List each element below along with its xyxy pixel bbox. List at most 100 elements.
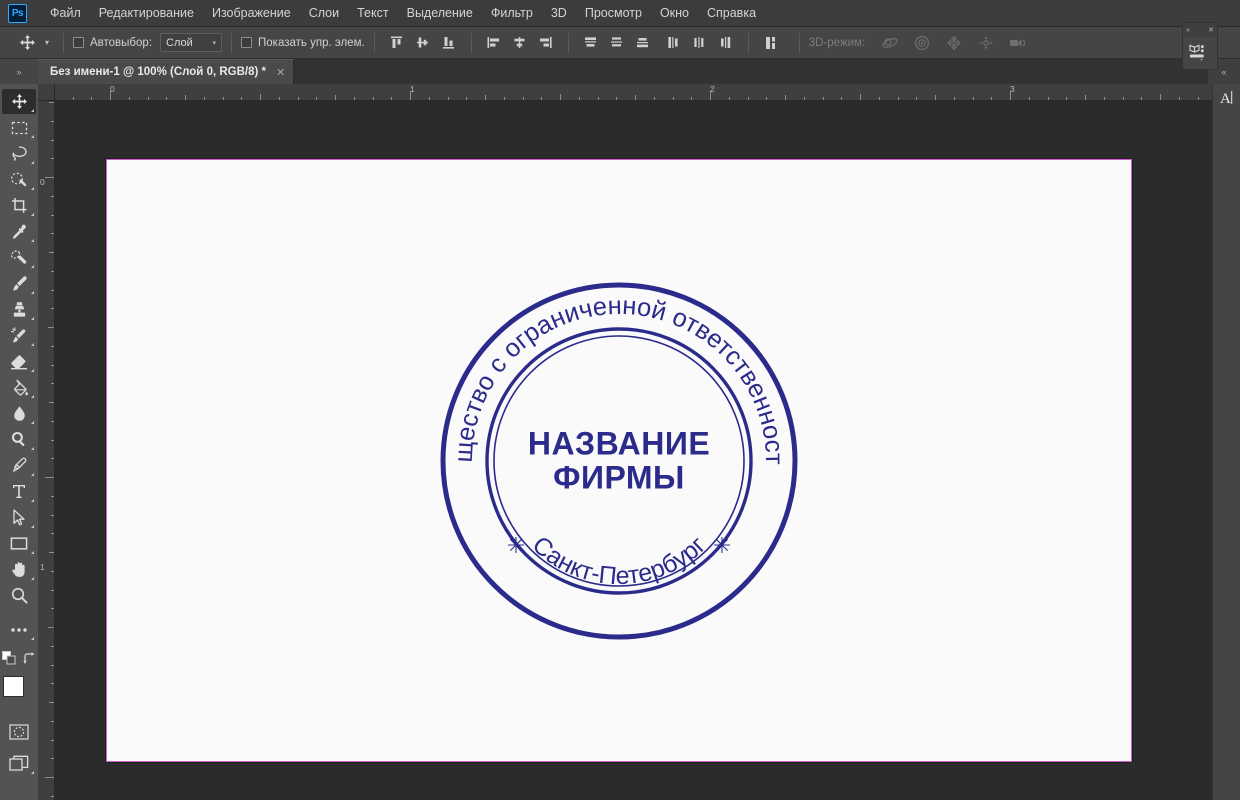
- history-brush-tool[interactable]: [2, 323, 36, 348]
- menu-filter[interactable]: Фильтр: [482, 2, 542, 24]
- ruler-label-h-0: 0: [110, 84, 115, 94]
- autoselect-checkbox[interactable]: [73, 37, 84, 48]
- menu-window[interactable]: Окно: [651, 2, 698, 24]
- menu-help[interactable]: Справка: [698, 2, 765, 24]
- quick-mask-toggle[interactable]: [2, 719, 36, 744]
- move-tool-presets-caret-icon[interactable]: ▾: [40, 31, 54, 55]
- roll-3d-camera-icon: [911, 33, 933, 53]
- distribute-vertical-centers-icon[interactable]: [607, 32, 627, 54]
- healing-brush-tool[interactable]: [2, 245, 36, 270]
- canvas-viewport[interactable]: Общество с ограниченной ответственностью…: [55, 101, 1212, 800]
- photoshop-window: Ps Файл Редактирование Изображение Слои …: [0, 0, 1240, 800]
- pen-tool[interactable]: [2, 453, 36, 478]
- eraser-tool[interactable]: [2, 349, 36, 374]
- foreground-color-swatch[interactable]: [3, 676, 24, 697]
- brush-tool[interactable]: [2, 271, 36, 296]
- ruler-label-v-0: 0: [40, 177, 45, 187]
- stamp-center-line-2: ФИРМЫ: [553, 459, 685, 496]
- ruler-label-v-1: 1: [40, 562, 45, 572]
- autoselect-label: Автовыбор:: [90, 36, 153, 49]
- canvas-work-area[interactable]: 0 1 2 3 0 1 2: [38, 84, 1212, 800]
- quick-selection-tool[interactable]: [2, 167, 36, 192]
- color-swatches[interactable]: [2, 675, 36, 709]
- distribute-horizontal-centers-icon[interactable]: [690, 32, 710, 54]
- edit-toolbar-tool[interactable]: [2, 617, 36, 642]
- zoom-tool[interactable]: [2, 583, 36, 608]
- move-tool-icon[interactable]: [14, 31, 40, 55]
- move-tool[interactable]: [2, 89, 36, 114]
- stamp-artwork[interactable]: Общество с ограниченной ответственностью…: [429, 259, 799, 641]
- distribute-bottom-edges-icon[interactable]: [633, 32, 653, 54]
- expand-chevrons-icon[interactable]: »: [1186, 27, 1190, 34]
- menu-3d[interactable]: 3D: [542, 2, 576, 24]
- default-colors-icon[interactable]: [2, 651, 16, 670]
- lasso-tool[interactable]: [2, 141, 36, 166]
- pan-3d-camera-icon: [943, 33, 965, 53]
- rectangular-marquee-tool[interactable]: [2, 115, 36, 140]
- autoselect-scope-select[interactable]: Слой ▾: [160, 33, 223, 52]
- vertical-ruler[interactable]: 0 1 2: [38, 101, 55, 800]
- menu-type[interactable]: Текст: [348, 2, 397, 24]
- menu-image[interactable]: Изображение: [203, 2, 300, 24]
- character-panel-icon[interactable]: A: [1213, 84, 1240, 112]
- menu-select[interactable]: Выделение: [398, 2, 482, 24]
- align-vertical-centers-icon[interactable]: [413, 32, 433, 54]
- eyedropper-tool[interactable]: [2, 219, 36, 244]
- document-canvas[interactable]: Общество с ограниченной ответственностью…: [106, 159, 1132, 762]
- show-transform-controls-checkbox[interactable]: [241, 37, 253, 48]
- floating-panel-header: » ✕: [1183, 23, 1217, 37]
- menu-view[interactable]: Просмотр: [576, 2, 651, 24]
- align-bottom-edges-icon[interactable]: [439, 32, 459, 54]
- path-selection-tool[interactable]: [2, 505, 36, 530]
- distribute-right-edges-icon[interactable]: [716, 32, 736, 54]
- blur-tool[interactable]: [2, 401, 36, 426]
- svg-text:A: A: [1220, 91, 1231, 107]
- 3d-properties-icon: [1189, 44, 1204, 61]
- tools-panel: [0, 84, 38, 800]
- menu-bar: Ps Файл Редактирование Изображение Слои …: [0, 0, 1240, 27]
- menu-layers[interactable]: Слои: [300, 2, 348, 24]
- slide-3d-camera-icon: [975, 33, 997, 53]
- align-left-edges-icon[interactable]: [484, 32, 504, 54]
- menu-edit[interactable]: Редактирование: [90, 2, 203, 24]
- close-x-icon[interactable]: ✕: [1208, 26, 1214, 34]
- zoom-3d-camera-icon: [1007, 33, 1029, 53]
- color-controls-row: [2, 651, 36, 670]
- align-horizontal-centers-icon[interactable]: [510, 32, 530, 54]
- horizontal-ruler[interactable]: 0 1 2 3: [38, 84, 1212, 101]
- crop-tool[interactable]: [2, 193, 36, 218]
- menu-file[interactable]: Файл: [41, 2, 90, 24]
- ruler-origin-corner[interactable]: [38, 84, 55, 101]
- clone-stamp-tool[interactable]: [2, 297, 36, 322]
- align-and-distribute-icon[interactable]: [762, 32, 782, 54]
- autoselect-group: Автовыбор:: [73, 37, 152, 49]
- show-transform-controls-group: Показать упр. элем.: [241, 37, 365, 49]
- document-tab[interactable]: Без имени-1 @ 100% (Слой 0, RGB/8) * ✕: [38, 59, 295, 84]
- expand-right-chevrons-icon[interactable]: »: [0, 59, 38, 84]
- type-tool[interactable]: [2, 479, 36, 504]
- floating-3d-panel[interactable]: » ✕: [1182, 22, 1218, 70]
- distribute-left-edges-icon[interactable]: [664, 32, 684, 54]
- ruler-label-h-3: 3: [1010, 84, 1015, 94]
- document-tab-bar: » Без имени-1 @ 100% (Слой 0, RGB/8) * ✕…: [0, 59, 1240, 84]
- hand-tool[interactable]: [2, 557, 36, 582]
- options-divider-7: [798, 32, 800, 53]
- swap-colors-icon[interactable]: [23, 651, 36, 670]
- rectangle-tool[interactable]: [2, 531, 36, 556]
- stamp-left-asterisk: ✳: [507, 533, 525, 558]
- dodge-tool[interactable]: [2, 427, 36, 452]
- stamp-right-asterisk: ✳: [713, 533, 731, 558]
- screen-mode-toggle[interactable]: [2, 751, 36, 776]
- photoshop-logo-icon: Ps: [8, 3, 27, 23]
- stamp-center-text: НАЗВАНИЕ ФИРМЫ: [439, 426, 799, 495]
- options-divider-5: [567, 32, 569, 53]
- orbit-3d-camera-icon: [879, 33, 901, 53]
- align-right-edges-icon[interactable]: [536, 32, 556, 54]
- options-divider-3: [373, 32, 375, 53]
- align-top-edges-icon[interactable]: [387, 32, 407, 54]
- options-divider-6: [747, 32, 749, 53]
- gradient-tool[interactable]: [2, 375, 36, 400]
- ruler-label-h-1: 1: [410, 84, 415, 94]
- distribute-top-edges-icon[interactable]: [581, 32, 601, 54]
- close-icon[interactable]: ✕: [276, 66, 285, 79]
